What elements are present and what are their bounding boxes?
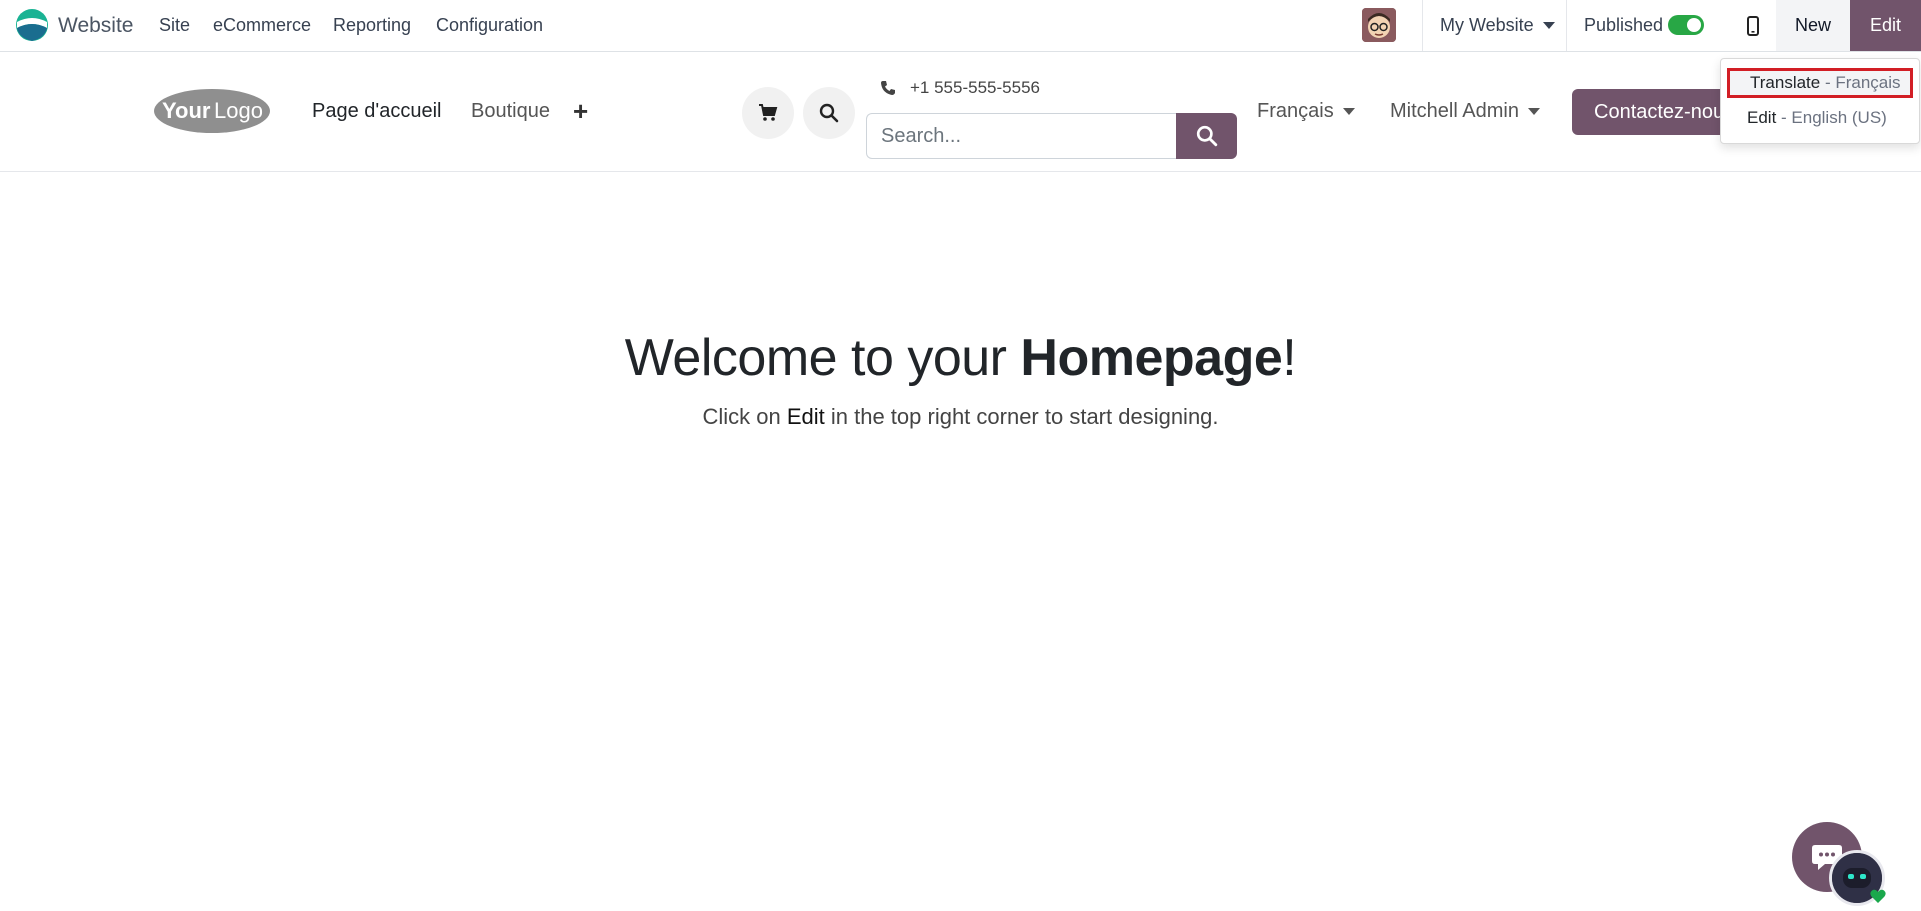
user-avatar[interactable] xyxy=(1362,8,1396,42)
hero-sub-suffix: in the top right corner to start designi… xyxy=(824,404,1219,429)
search-input[interactable] xyxy=(866,113,1176,159)
online-status-icon xyxy=(1870,889,1886,903)
translate-language: Français xyxy=(1835,73,1901,92)
nav-shop[interactable]: Boutique xyxy=(471,100,550,123)
hero-title: Welcome to your Homepage! xyxy=(0,328,1921,388)
divider xyxy=(1566,0,1567,51)
menu-configuration[interactable]: Configuration xyxy=(436,0,543,51)
translate-action: Translate xyxy=(1750,73,1821,92)
cart-button[interactable] xyxy=(742,87,794,139)
caret-down-icon xyxy=(1542,22,1555,29)
edit-menu-item[interactable]: Edit - English (US) xyxy=(1727,103,1913,133)
svg-text:Logo: Logo xyxy=(214,98,263,123)
phone-icon xyxy=(881,81,895,95)
cart-icon xyxy=(759,104,778,121)
search-submit-button[interactable] xyxy=(1176,113,1237,159)
add-menu-item-icon[interactable]: + xyxy=(573,96,588,127)
nav-home[interactable]: Page d'accueil xyxy=(312,100,441,123)
hero-sub-edit: Edit xyxy=(786,404,825,429)
phone-line[interactable]: +1 555-555-5556 xyxy=(880,78,1040,98)
yourlogo[interactable]: Your Logo xyxy=(152,86,272,136)
menu-site[interactable]: Site xyxy=(159,0,190,51)
edit-dropdown-menu: Translate - Français Edit - English (US) xyxy=(1720,58,1920,144)
user-dropdown[interactable]: Mitchell Admin xyxy=(1390,100,1540,123)
svg-text:Your: Your xyxy=(162,98,211,123)
hero-subtitle: Click on Edit in the top right corner to… xyxy=(0,404,1921,430)
hero-title-bold: Homepage xyxy=(1020,329,1283,387)
my-website-label: My Website xyxy=(1440,15,1534,35)
website-header: Your Logo Page d'accueil Boutique + +1 5… xyxy=(0,52,1921,172)
website-app-icon[interactable] xyxy=(15,8,49,42)
hero-title-suffix: ! xyxy=(1282,329,1297,387)
language-dropdown[interactable]: Français xyxy=(1257,100,1355,123)
odoo-top-bar: Website Site eCommerce Reporting Configu… xyxy=(0,0,1921,52)
mobile-icon xyxy=(1747,15,1759,36)
separator: - xyxy=(1776,108,1792,127)
menu-ecommerce[interactable]: eCommerce xyxy=(213,0,311,51)
my-website-dropdown[interactable]: My Website xyxy=(1440,0,1555,51)
caret-down-icon xyxy=(1527,108,1540,115)
caret-down-icon xyxy=(1342,108,1355,115)
edit-language: English (US) xyxy=(1791,108,1887,127)
new-button[interactable]: New xyxy=(1776,0,1850,51)
app-name[interactable]: Website xyxy=(58,0,133,51)
edit-button[interactable]: Edit xyxy=(1850,0,1921,51)
separator: - xyxy=(1820,73,1836,92)
search-icon xyxy=(819,103,839,123)
user-label: Mitchell Admin xyxy=(1390,100,1519,122)
published-toggle[interactable] xyxy=(1668,15,1704,35)
divider xyxy=(1422,0,1423,51)
search-toggle-button[interactable] xyxy=(803,87,855,139)
menu-reporting[interactable]: Reporting xyxy=(333,0,411,51)
published-label: Published xyxy=(1584,15,1664,35)
hero-sub-prefix: Click on xyxy=(702,404,787,429)
phone-number: +1 555-555-5556 xyxy=(910,78,1040,97)
language-label: Français xyxy=(1257,100,1334,122)
edit-action: Edit xyxy=(1747,108,1777,127)
hero-title-prefix: Welcome to your xyxy=(624,329,1021,387)
search-icon xyxy=(1196,125,1217,147)
mobile-preview-button[interactable] xyxy=(1730,0,1776,51)
translate-menu-item[interactable]: Translate - Français xyxy=(1727,68,1913,98)
